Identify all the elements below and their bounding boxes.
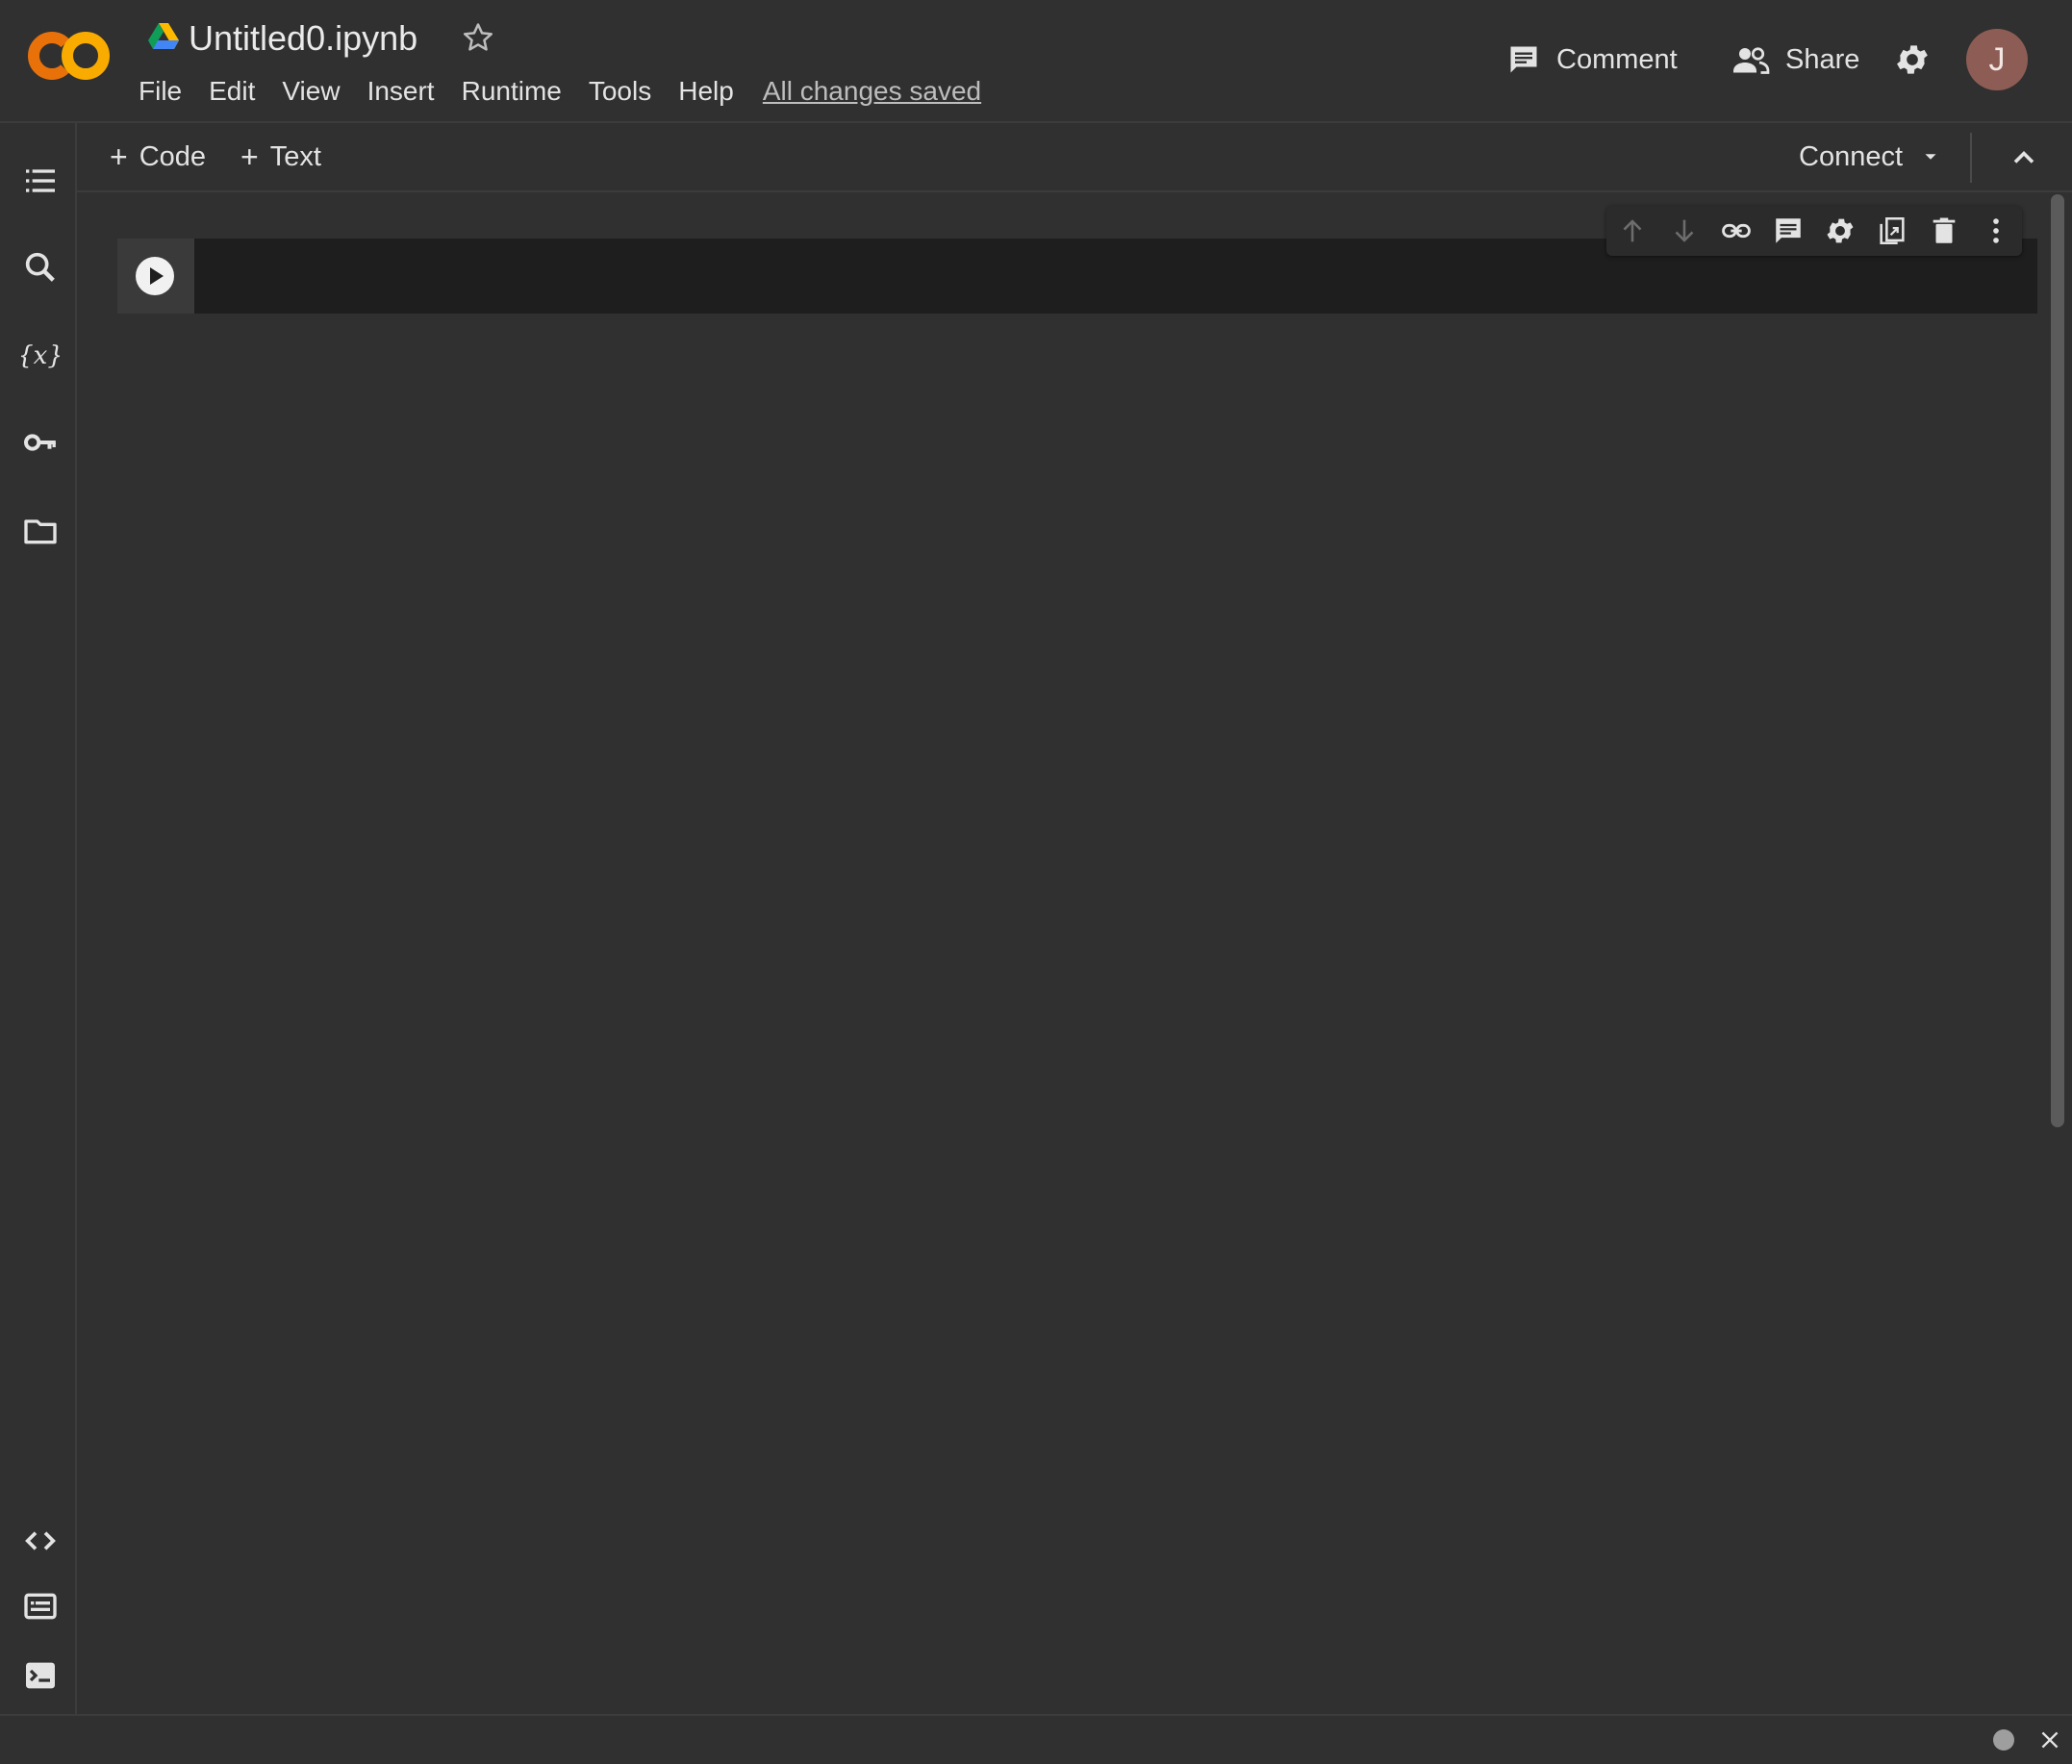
status-bar <box>0 1714 2072 1764</box>
comment-button[interactable]: Comment <box>1506 35 1678 85</box>
svg-text:{x}: {x} <box>21 341 60 370</box>
comment-icon[interactable] <box>1772 214 1805 247</box>
runtime-status-indicator[interactable] <box>1993 1729 2014 1751</box>
menu-tools[interactable]: Tools <box>575 69 665 113</box>
table-of-contents-icon[interactable] <box>21 162 60 200</box>
menu-edit[interactable]: Edit <box>195 69 268 113</box>
menu-view[interactable]: View <box>268 69 353 113</box>
colab-logo[interactable] <box>27 29 112 83</box>
comment-icon <box>1506 42 1541 77</box>
add-text-cell-button[interactable]: + Text <box>240 133 321 181</box>
delete-trash-icon[interactable] <box>1928 214 1960 247</box>
notebook-title[interactable]: Untitled0.ipynb <box>189 13 417 63</box>
link-icon[interactable] <box>1720 214 1753 247</box>
command-palette-icon[interactable] <box>21 1587 60 1625</box>
code-snippets-icon[interactable] <box>21 1522 60 1560</box>
left-sidebar: {x} <box>0 123 77 1714</box>
user-avatar[interactable]: J <box>1966 29 2028 90</box>
menu-help[interactable]: Help <box>665 69 747 113</box>
close-icon[interactable] <box>2037 1727 2062 1752</box>
chevron-up-icon[interactable] <box>2007 140 2041 175</box>
move-up-icon[interactable] <box>1616 214 1649 247</box>
toolbar-divider <box>1970 133 1972 183</box>
secrets-key-icon[interactable] <box>21 423 60 462</box>
save-status-link[interactable]: All changes saved <box>763 69 981 113</box>
plus-icon: + <box>240 139 259 174</box>
connect-runtime-button[interactable]: Connect <box>1799 133 1941 181</box>
notebook-toolbar: + Code + Text Connect <box>77 123 2072 192</box>
share-button[interactable]: Share <box>1731 35 1859 85</box>
menu-file[interactable]: File <box>125 69 195 113</box>
files-folder-icon[interactable] <box>21 512 60 550</box>
menu-runtime[interactable]: Runtime <box>448 69 575 113</box>
header: Untitled0.ipynb File Edit View Insert Ru… <box>0 0 2072 123</box>
search-icon[interactable] <box>21 248 60 287</box>
share-label: Share <box>1785 43 1860 75</box>
settings-gear-icon[interactable] <box>1893 38 1935 81</box>
plus-icon: + <box>110 139 128 174</box>
more-vert-icon[interactable] <box>1980 214 2012 247</box>
cell-toolbar <box>1606 206 2022 256</box>
cell-gutter <box>117 239 194 314</box>
google-drive-icon <box>148 23 179 50</box>
add-code-cell-button[interactable]: + Code <box>110 133 206 181</box>
comment-label: Comment <box>1556 43 1678 75</box>
run-cell-play-icon[interactable] <box>135 256 175 296</box>
move-down-icon[interactable] <box>1668 214 1701 247</box>
people-icon <box>1731 42 1770 77</box>
mirror-cell-icon[interactable] <box>1876 214 1908 247</box>
terminal-icon[interactable] <box>21 1656 60 1695</box>
menu-insert[interactable]: Insert <box>354 69 448 113</box>
vertical-scrollbar[interactable] <box>2051 194 2064 1127</box>
add-text-label: Text <box>269 140 321 172</box>
connect-label: Connect <box>1799 140 1904 172</box>
add-code-label: Code <box>139 140 207 172</box>
caret-down-icon[interactable] <box>1920 146 1941 167</box>
menu-bar: File Edit View Insert Runtime Tools Help… <box>125 69 981 113</box>
cell-settings-icon[interactable] <box>1824 214 1857 247</box>
variables-icon[interactable]: {x} <box>21 337 60 375</box>
star-icon[interactable] <box>460 19 496 56</box>
